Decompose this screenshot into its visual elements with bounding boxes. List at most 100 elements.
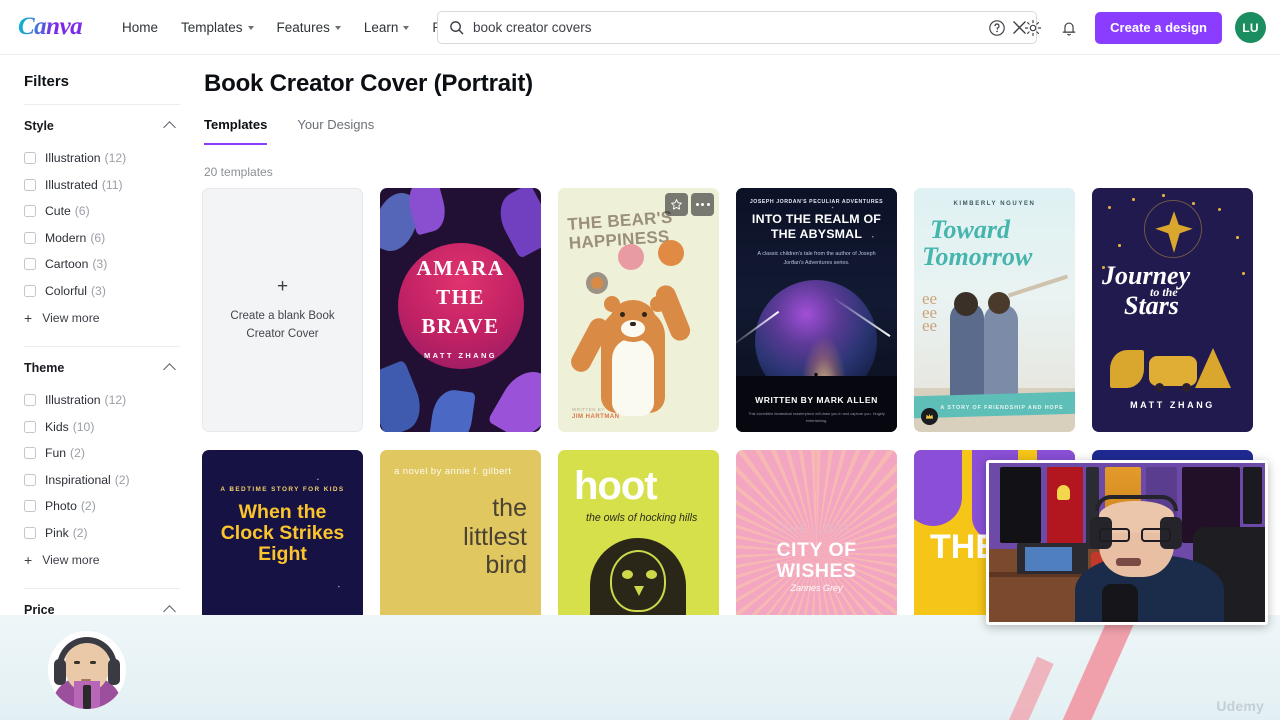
ferrari-shield-icon [1056,485,1071,500]
template-card-into-the-realm-of-the-abysmal[interactable]: JOSEPH JORDAN'S PECULIAR ADVENTURES INTO… [736,188,897,432]
filter-section-theme[interactable]: Theme [24,361,180,376]
bell-icon[interactable] [1053,12,1085,44]
owl-beak [634,586,644,596]
option-label: Fun [45,446,67,461]
sparkle [1218,208,1221,211]
filter-option-photo[interactable]: Photo (2) [24,493,200,520]
view-more-label: View more [42,311,100,325]
chevron-up-icon [163,363,176,376]
filter-option-cute[interactable]: Cute (6) [24,198,200,225]
tab-your-designs[interactable]: Your Designs [297,117,374,145]
checkbox[interactable] [24,447,36,460]
filter-option-illustration-theme[interactable]: Illustration (12) [24,387,200,414]
cover-title: When the Clock Strikes Eight [202,501,363,565]
search-bar[interactable] [437,11,1037,44]
option-label: Inspirational [45,472,111,487]
template-card-toward-tomorrow[interactable]: KIMBERLY NGUYEN Toward Tomorrow ee ee ee A… [914,188,1075,432]
checkbox[interactable] [24,473,36,486]
filter-option-illustrated[interactable]: Illustrated (11) [24,172,200,199]
option-count: (12) [104,393,127,408]
option-count: (3) [92,257,108,272]
option-count: (10) [72,419,95,434]
template-card-amara-the-brave[interactable]: AMARA THE BRAVE MATT ZHANG [380,188,541,432]
cover-title-line-1: When the [238,501,327,523]
cover-author-top: KIMBERLY NGUYEN [953,201,1036,207]
filter-option-fun[interactable]: Fun (2) [24,440,200,467]
tree-icon [1195,348,1231,388]
pro-badge [921,408,938,425]
van-wheel [1155,383,1164,392]
plus-icon: + [24,552,33,568]
option-count: (12) [104,151,127,166]
checkbox[interactable] [24,526,36,539]
nav-item-learn[interactable]: Learn [354,13,420,42]
template-card-the-bears-happiness[interactable]: THE BEAR'S HAPPINESS WRITTEN BY JIM HART… [558,188,719,432]
bear-belly [612,338,654,416]
option-label: Kids [45,419,69,434]
avatar-tie [83,685,91,709]
canva-logo[interactable]: Canva [18,14,84,40]
filter-option-modern[interactable]: Modern (6) [24,225,200,252]
style-view-more-button[interactable]: + View more [24,304,200,332]
nav-item-templates[interactable]: Templates [171,13,264,42]
gear-icon[interactable] [1017,12,1049,44]
checkbox[interactable] [24,152,36,165]
cover-byline: a novel by annie f. gilbert [394,466,512,477]
screen-root: Canva Home Templates Features Learn Pric… [0,0,1280,720]
star-icon[interactable] [665,193,688,216]
checkbox[interactable] [24,394,36,407]
filter-option-pink[interactable]: Pink (2) [24,520,200,547]
top-navigation-bar: Canva Home Templates Features Learn Pric… [0,0,1280,55]
leaf-shape [380,359,429,432]
checkbox[interactable] [24,420,36,433]
more-options-icon[interactable] [691,193,714,216]
help-circle-icon[interactable] [981,12,1013,44]
owl-face [610,550,666,612]
filter-option-kids[interactable]: Kids (10) [24,414,200,441]
gold-star-icon [1155,211,1193,253]
filter-option-illustration[interactable]: Illustration (12) [24,145,200,172]
nav-item-features[interactable]: Features [267,13,351,42]
user-avatar[interactable]: LU [1235,12,1266,43]
owl-eye [622,570,633,579]
person-figure [984,304,1018,398]
create-blank-card[interactable]: + Create a blank Book Creator Cover [202,188,363,432]
chevron-down-icon [403,26,410,30]
tab-templates[interactable]: Templates [204,117,268,145]
search-input[interactable] [473,20,1002,35]
three-dots [695,203,710,206]
option-label: Illustrated [45,177,98,192]
chevron-down-icon [334,26,341,30]
cover-title-line-1: INTO THE REALM OF [751,212,882,226]
filter-option-cartoon[interactable]: Cartoon (3) [24,251,200,278]
bottom-banner: Udemy [0,615,1280,720]
pink-stripe-decor [988,656,1054,720]
cover-art: Journey to the Stars MATT ZHANG [1092,188,1253,432]
divider [24,346,180,347]
headphones-band [1095,494,1179,511]
cover-title-line-3: WISHES [776,560,857,583]
ball-shape [658,240,684,266]
option-label: Illustration [45,151,101,166]
checkbox[interactable] [24,231,36,244]
checkbox[interactable] [24,178,36,191]
checkbox[interactable] [24,205,36,218]
checkbox[interactable] [24,284,36,297]
option-label: Photo [45,499,77,514]
bear-eye [620,312,625,317]
cover-title-line-3: Stars [1124,291,1179,321]
laptop-screen [1024,547,1072,572]
template-card-journey-to-the-stars[interactable]: Journey to the Stars MATT ZHANG [1092,188,1253,432]
filter-section-style[interactable]: Style [24,119,180,134]
webcam-presenter-video [986,460,1268,625]
filter-option-inspirational[interactable]: Inspirational (2) [24,467,200,494]
nav-item-home[interactable]: Home [112,13,168,42]
chevron-down-icon [247,26,254,30]
checkbox[interactable] [24,258,36,271]
theme-view-more-button[interactable]: + View more [24,546,200,574]
filter-option-colorful[interactable]: Colorful (3) [24,278,200,305]
checkbox[interactable] [24,500,36,513]
sparkle [1118,244,1121,247]
ball-shape [618,244,644,270]
create-a-design-button[interactable]: Create a design [1095,11,1222,44]
